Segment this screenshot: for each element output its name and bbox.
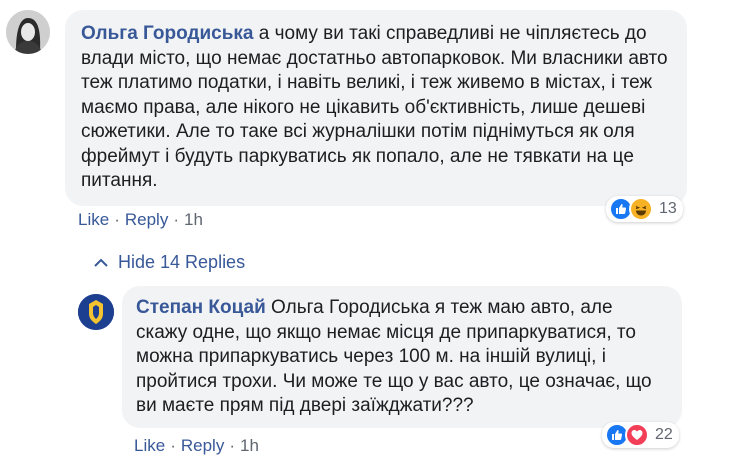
comment-body: Ольга Городиська а чому ви такі справедл… [81,22,671,194]
separator: · [229,436,235,455]
comment-text: а чому ви такі справедливі не чіпляєтесь… [81,23,668,191]
hide-replies-button[interactable]: Hide 14 Replies [94,252,245,273]
chevron-up-icon [94,258,108,267]
reply-link[interactable]: Reply [181,436,224,455]
profile-photo-icon [6,10,50,54]
reply-actions: Like · Reply · 1h [134,436,259,456]
reply-bubble: Степан Коцай Ольга Городиська я теж маю … [122,286,682,428]
reaction-count: 13 [659,200,677,217]
timestamp-link[interactable]: 1h [240,436,259,455]
haha-icon [629,197,653,221]
like-link[interactable]: Like [78,210,109,229]
comment-bubble: Ольга Городиська а чому ви такі справедл… [65,10,687,206]
timestamp-link[interactable]: 1h [184,210,203,229]
love-icon [625,423,649,447]
reactions-summary[interactable]: 13 [606,196,683,222]
avatar[interactable] [78,294,114,330]
reply-author[interactable]: Степан Коцай [136,297,266,318]
reaction-count: 22 [655,426,673,443]
comment-actions: Like · Reply · 1h [78,210,203,230]
reply-body: Степан Коцай Ольга Городиська я теж маю … [136,296,668,419]
reactions-summary[interactable]: 22 [602,422,679,448]
comments-thread: Ольга Городиська а чому ви такі справедл… [0,0,740,462]
avatar[interactable] [6,10,50,54]
separator: · [114,210,120,229]
separator: · [170,436,176,455]
separator: · [173,210,179,229]
hide-replies-label: Hide 14 Replies [118,252,246,272]
comment-author[interactable]: Ольга Городиська [81,23,254,44]
coat-of-arms-icon [78,294,114,330]
like-link[interactable]: Like [134,436,165,455]
reply-link[interactable]: Reply [125,210,168,229]
